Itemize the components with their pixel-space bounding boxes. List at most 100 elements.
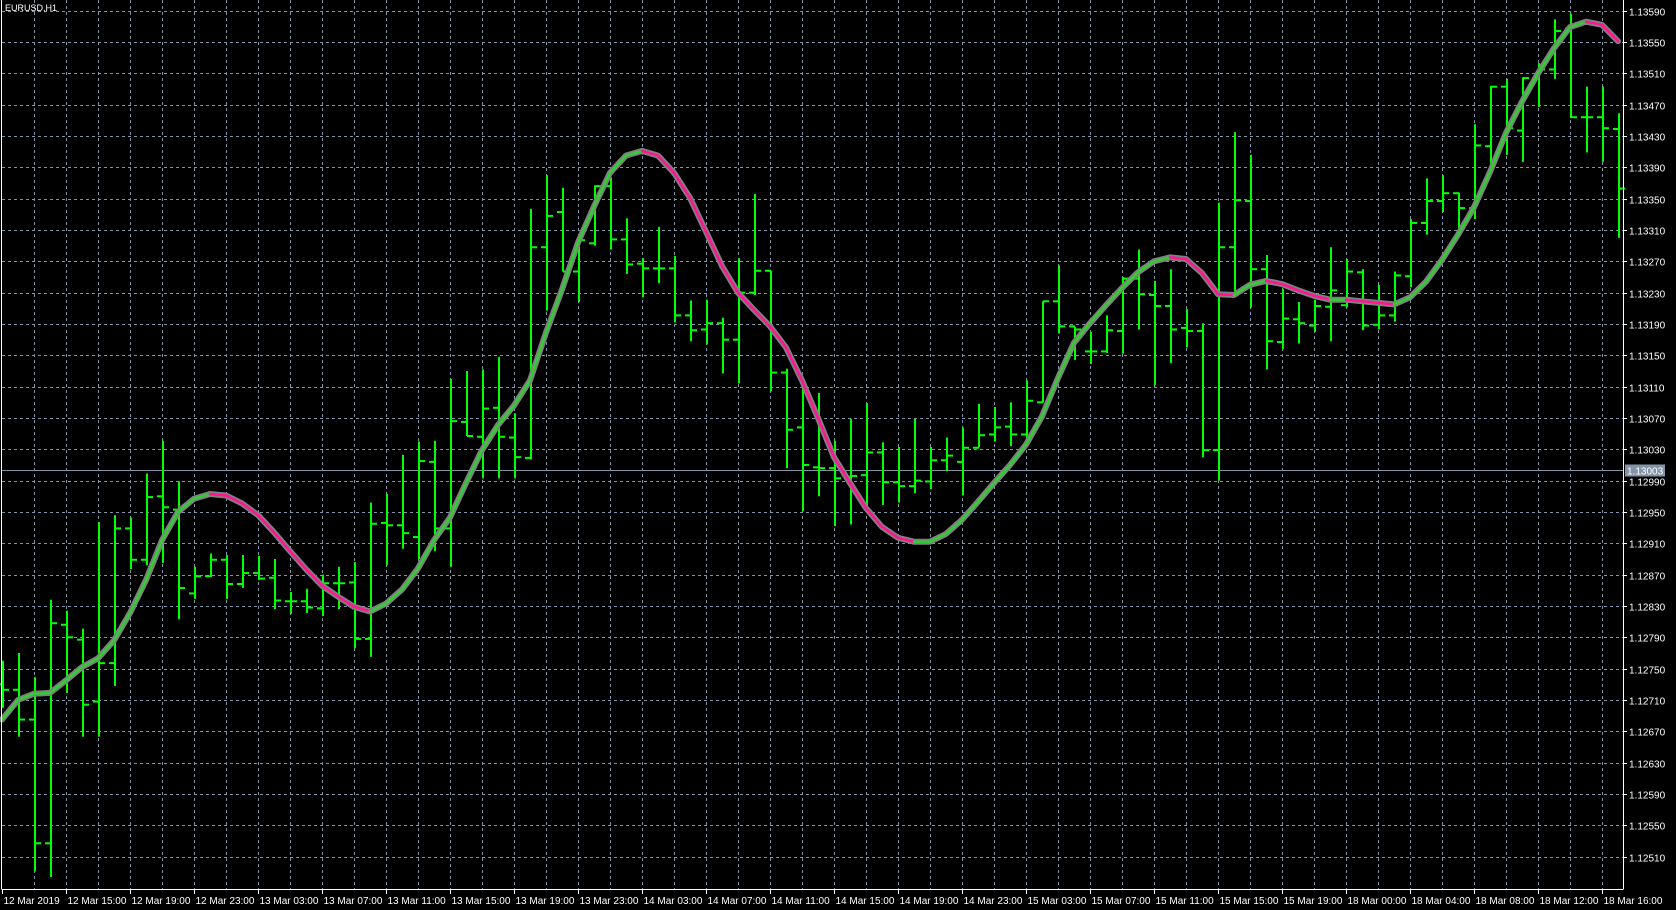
ma-segment-up (592, 171, 612, 208)
moving-average-line (0, 18, 1621, 723)
ohlc-bar (717, 317, 729, 374)
price-chart[interactable]: 1.13590 1.13550 1.13510 1.13470 1.13430 1.133… (0, 0, 1676, 910)
ohlc-bar (1389, 271, 1401, 322)
ohlc-bar (701, 299, 713, 345)
ma-segment-down (864, 506, 884, 529)
ohlc-bar (413, 441, 425, 559)
ma-segment-up (0, 698, 20, 721)
ma-segment-up (1440, 233, 1460, 262)
ohlc-bar (45, 599, 57, 877)
ohlc-bar (173, 481, 185, 620)
price-tick-label: 1.13470 (1629, 102, 1666, 113)
ma-segment-up (1408, 280, 1428, 299)
ma-segment-down (800, 379, 820, 420)
ohlc-bar (1309, 299, 1321, 332)
ohlc-bar (109, 515, 121, 686)
ohlc-bar (253, 555, 265, 581)
ohlc-bar (1197, 323, 1209, 458)
time-tick-label: 14 Mar 07:00 (708, 896, 767, 907)
ma-segment-down (1200, 271, 1220, 296)
ma-segment-up (96, 639, 116, 660)
ma-segment-up (1424, 258, 1444, 283)
ma-segment-down (784, 346, 804, 382)
ma-segment-up (1040, 376, 1060, 418)
time-tick-label: 18 Mar 04:00 (1412, 896, 1471, 907)
time-tick-label: 13 Mar 19:00 (516, 896, 575, 907)
ohlc-bars (0, 13, 1625, 877)
ma-segment-down (736, 291, 756, 312)
price-tick-label: 1.13070 (1629, 415, 1666, 426)
time-tick-label: 14 Mar 03:00 (644, 896, 703, 907)
ohlc-bar (189, 566, 201, 599)
ohlc-bar (925, 446, 937, 490)
ohlc-bar (1261, 255, 1273, 370)
ma-segment-up (384, 588, 404, 605)
price-tick-label: 1.13550 (1629, 39, 1666, 50)
price-tick-label: 1.13390 (1629, 164, 1666, 175)
ma-segment-down (1600, 23, 1620, 43)
ma-segment-up (1104, 286, 1124, 307)
ma-segment-down (752, 308, 772, 328)
time-tick-label: 13 Mar 07:00 (324, 896, 383, 907)
ma-segment-up (528, 331, 548, 382)
ma-segment-up (144, 538, 164, 582)
price-tick-label: 1.13590 (1629, 8, 1666, 19)
ma-segment-up (1488, 131, 1508, 174)
ma-segment-down (768, 325, 788, 349)
time-tick-label: 18 Mar 00:00 (1348, 896, 1407, 907)
ma-segment-up (496, 404, 516, 427)
time-tick-label: 14 Mar 19:00 (900, 896, 959, 907)
price-tick-label: 1.12590 (1629, 791, 1666, 802)
ohlc-bar (93, 522, 105, 737)
ma-segment-up (1136, 260, 1156, 274)
ma-segment-up (1472, 170, 1492, 209)
price-tick-label: 1.13150 (1629, 352, 1666, 363)
ohlc-bar (301, 588, 313, 614)
ohlc-bar (461, 370, 473, 438)
ma-segment-down (1344, 298, 1364, 303)
price-axis[interactable]: 1.13590 1.13550 1.13510 1.13470 1.13430 1.133… (1623, 8, 1666, 865)
ohlc-bar (653, 226, 665, 284)
ohlc-bar (541, 175, 553, 311)
time-tick-label: 13 Mar 03:00 (260, 896, 319, 907)
time-tick-label: 13 Mar 23:00 (580, 896, 639, 907)
ohlc-bar (285, 591, 297, 614)
price-tick-label: 1.12550 (1629, 822, 1666, 833)
ma-segment-up (1008, 443, 1028, 467)
ma-segment-up (992, 463, 1012, 485)
price-tick-label: 1.12870 (1629, 572, 1666, 583)
ma-segment-up (128, 578, 148, 615)
ohlc-bar (1293, 302, 1305, 344)
ohlc-bar (957, 427, 969, 496)
ma-segment-up (560, 241, 580, 291)
price-tick-label: 1.12670 (1629, 728, 1666, 739)
ohlc-bar (749, 193, 761, 296)
ohlc-bar (621, 218, 633, 274)
ohlc-bar (605, 177, 617, 250)
price-tick-label: 1.12950 (1629, 509, 1666, 520)
ohlc-bar (733, 258, 745, 384)
ohlc-bar (989, 407, 1001, 442)
ma-segment-down (1184, 257, 1204, 275)
ma-segment-up (464, 448, 484, 485)
ma-segment-down (208, 492, 228, 497)
time-tick-label: 15 Mar 19:00 (1284, 896, 1343, 907)
price-tick-label: 1.13310 (1629, 227, 1666, 238)
price-tick-label: 1.13190 (1629, 321, 1666, 332)
ohlc-bar (557, 187, 569, 273)
ohlc-bar (1149, 280, 1161, 386)
ohlc-bar (1181, 309, 1193, 348)
ma-segment-up (1504, 100, 1524, 135)
price-tick-label: 1.12990 (1629, 478, 1666, 489)
ma-segment-up (160, 510, 180, 542)
ma-segment-down (656, 154, 676, 175)
grid (2, 0, 1623, 889)
ma-segment-up (1120, 271, 1140, 290)
time-axis[interactable]: 12 Mar 2019 12 Mar 15:00 12 Mar 19:00 12 Ma… (2, 889, 1663, 907)
ohlc-bar (845, 418, 857, 525)
ma-segment-down (256, 513, 276, 534)
price-tick-label: 1.12710 (1629, 697, 1666, 708)
ohlc-bar (973, 403, 985, 449)
price-tick-label: 1.13270 (1629, 258, 1666, 269)
price-tick-label: 1.12790 (1629, 634, 1666, 645)
